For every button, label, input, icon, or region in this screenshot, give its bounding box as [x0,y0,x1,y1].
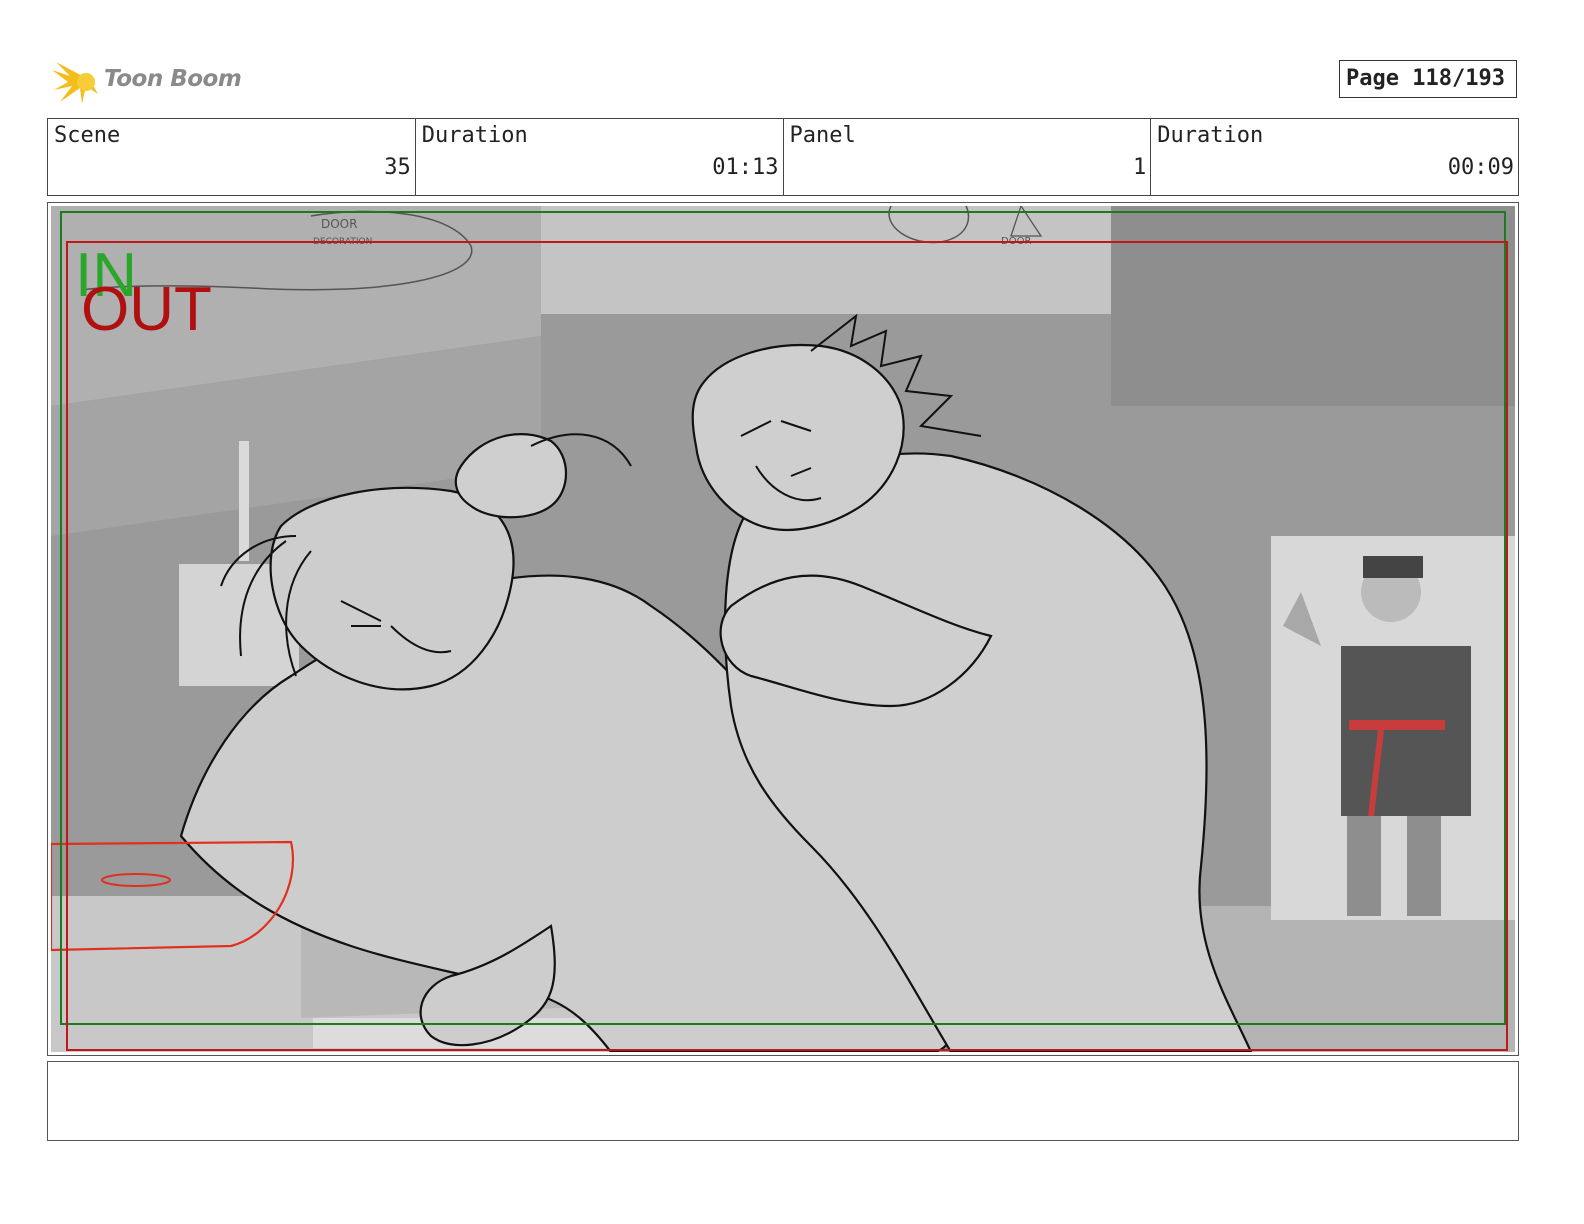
starburst-icon [52,62,98,104]
panel-duration-value: 00:09 [1447,155,1514,180]
scene-duration-label: Duration [421,123,528,148]
out-label: OUT [81,275,212,344]
panel-cell: Panel 1 [784,119,1152,195]
panel-duration-cell: Duration 00:09 [1151,119,1518,195]
scene-value: 35 [384,155,411,180]
brand-name: Toon Boom [104,66,242,92]
page-indicator: Page 118/193 [1339,60,1517,98]
panel-notes-box[interactable] [47,1061,1519,1141]
sketch-note-door-1: DOOR [321,217,357,231]
panel-label: Panel [789,123,856,148]
scene-duration-cell: Duration 01:13 [416,119,784,195]
storyboard-panel-frame: DOOR DECORATION DOOR IN OUT [47,202,1519,1056]
scene-duration-value: 01:13 [712,155,779,180]
panel-value: 1 [1133,155,1147,180]
scene-label: Scene [54,123,121,148]
scene-cell: Scene 35 [48,119,416,195]
panel-info-table: Scene 35 Duration 01:13 Panel 1 Duration… [47,118,1519,196]
storyboard-sketch: DOOR DECORATION DOOR IN OUT [51,206,1515,1052]
panel-duration-label: Duration [1157,123,1264,148]
toon-boom-logo: Toon Boom [52,56,252,106]
